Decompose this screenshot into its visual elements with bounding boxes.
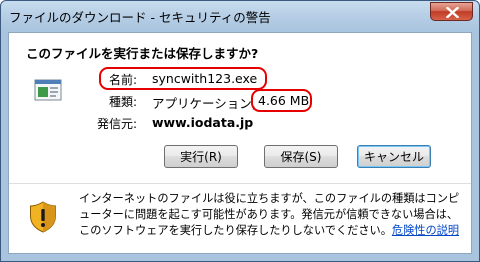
run-button[interactable]: 実行(R) bbox=[164, 145, 238, 168]
title-bar[interactable]: ファイルのダウンロード - セキュリティの警告 bbox=[1, 1, 479, 33]
warning-message: インターネットのファイルは役に立ちますが、このファイルの種類はコンピューターに問… bbox=[79, 191, 463, 239]
danger-explanation-link[interactable]: 危険性の説明 bbox=[392, 224, 459, 237]
close-icon bbox=[446, 7, 459, 18]
name-label: 名前: bbox=[108, 73, 137, 87]
dialog-body: このファイルを実行または保存しますか? 名前: syncwith123.exe … bbox=[8, 32, 472, 254]
file-name-value: syncwith123.exe bbox=[152, 71, 258, 86]
warning-shield-icon bbox=[30, 201, 56, 233]
type-label: 種類: bbox=[108, 95, 137, 109]
close-button[interactable] bbox=[430, 2, 473, 21]
question-heading: このファイルを実行または保存しますか? bbox=[26, 46, 259, 61]
separator bbox=[9, 183, 471, 184]
download-security-dialog: ファイルのダウンロード - セキュリティの警告 このファイルを実行または保存しま… bbox=[0, 0, 480, 262]
file-type-value: アプリケーション, bbox=[152, 96, 256, 111]
window-title: ファイルのダウンロード - セキュリティの警告 bbox=[9, 10, 271, 25]
from-label: 発信元: bbox=[96, 117, 137, 131]
save-button[interactable]: 保存(S) bbox=[264, 145, 338, 168]
file-size-value: 4.66 MB bbox=[258, 93, 310, 108]
cancel-button[interactable]: キャンセル bbox=[357, 145, 431, 168]
from-value: www.iodata.jp bbox=[152, 115, 254, 130]
